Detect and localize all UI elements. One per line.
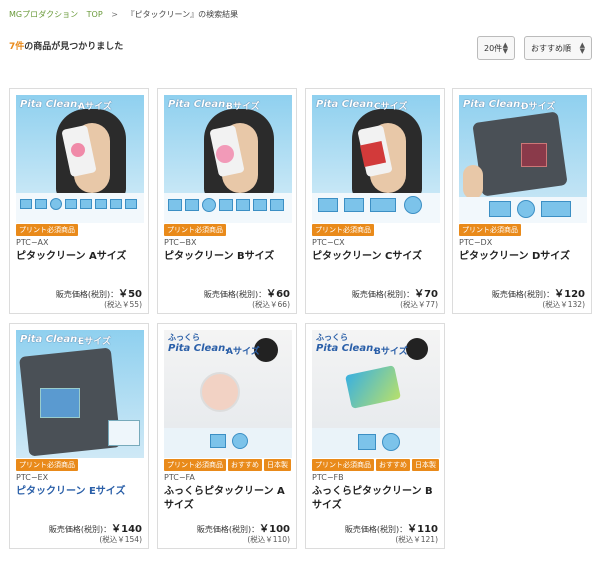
made-in-japan-badge: 日本製 bbox=[264, 459, 291, 471]
price-prefix: 販売価格(税別)： bbox=[55, 290, 119, 299]
sort-value: おすすめ順 bbox=[531, 43, 571, 53]
product-image[interactable]: ふっくら Pita Clean. Aサイズ bbox=[164, 330, 292, 458]
print-required-badge: プリント必須商品 bbox=[164, 459, 226, 471]
product-image[interactable]: Pita Clean. Eサイズ bbox=[16, 330, 144, 458]
product-tax-in: (税込￥55) bbox=[104, 300, 142, 309]
result-count-number: 7件 bbox=[9, 42, 25, 52]
product-name[interactable]: ピタックリーン Aサイズ bbox=[16, 250, 146, 264]
print-required-badge: プリント必須商品 bbox=[459, 224, 521, 236]
price-prefix: 販売価格(税別)： bbox=[196, 525, 260, 534]
thumb-prefix: ふっくら bbox=[316, 333, 348, 342]
product-image[interactable]: Pita Clean. Aサイズ bbox=[16, 95, 144, 223]
breadcrumb-top-link[interactable]: TOP bbox=[87, 10, 103, 19]
print-required-badge: プリント必須商品 bbox=[312, 224, 374, 236]
result-count-text: の商品が見つかりました bbox=[24, 42, 124, 52]
badge-group: プリント必須商品 bbox=[16, 459, 78, 471]
product-code: PTC−BX bbox=[164, 238, 197, 247]
thumb-brand: Pita Clean. bbox=[20, 334, 81, 345]
product-card[interactable]: Pita Clean. Bサイズ プリント必須商品 PTC−BX ピタックリーン… bbox=[157, 88, 297, 314]
print-required-badge: プリント必須商品 bbox=[16, 459, 78, 471]
print-required-badge: プリント必須商品 bbox=[164, 224, 226, 236]
badge-group: プリント必須商品 bbox=[164, 224, 226, 236]
thumb-size: Aサイズ bbox=[226, 347, 260, 357]
thumb-size: Eサイズ bbox=[78, 337, 111, 347]
badge-group: プリント必須商品 bbox=[16, 224, 78, 236]
thumb-brand: Pita Clean. bbox=[168, 99, 229, 110]
product-name[interactable]: ふっくらピタックリーン Aサイズ bbox=[164, 485, 294, 513]
thumb-size: Bサイズ bbox=[226, 102, 260, 112]
price-prefix: 販売価格(税別)： bbox=[48, 525, 112, 534]
price-prefix: 販売価格(税別)： bbox=[351, 290, 415, 299]
thumb-size: Dサイズ bbox=[521, 102, 556, 112]
product-price: 販売価格(税別)：￥100 bbox=[197, 520, 290, 535]
product-name[interactable]: ピタックリーン Eサイズ bbox=[16, 485, 146, 499]
recommended-badge: おすすめ bbox=[228, 459, 262, 471]
price-prefix: 販売価格(税別)： bbox=[491, 290, 555, 299]
product-card[interactable]: ふっくら Pita Clean. Bサイズ プリント必須商品 おすすめ 日本製 … bbox=[305, 323, 445, 549]
product-card[interactable]: Pita Clean. Dサイズ プリント必須商品 PTC−DX ピタックリーン… bbox=[452, 88, 592, 314]
badge-group: プリント必須商品 おすすめ 日本製 bbox=[164, 459, 291, 471]
product-price: 販売価格(税別)：￥120 bbox=[492, 285, 585, 300]
thumb-size: Bサイズ bbox=[374, 347, 408, 357]
product-price: 販売価格(税別)：￥60 bbox=[204, 285, 290, 300]
product-image[interactable]: Pita Clean. Bサイズ bbox=[164, 95, 292, 223]
product-name[interactable]: ふっくらピタックリーン Bサイズ bbox=[312, 485, 442, 513]
product-tax-in: (税込￥77) bbox=[400, 300, 438, 309]
product-name[interactable]: ピタックリーン Dサイズ bbox=[459, 250, 589, 264]
product-image[interactable]: Pita Clean. Dサイズ bbox=[459, 95, 587, 223]
thumb-brand: Pita Clean. bbox=[168, 343, 229, 354]
badge-group: プリント必須商品 bbox=[312, 224, 374, 236]
thumb-brand: Pita Clean. bbox=[20, 99, 81, 110]
price-prefix: 販売価格(税別)： bbox=[344, 525, 408, 534]
select-arrows-icon: ▲ ▼ bbox=[579, 41, 585, 55]
thumb-brand: Pita Clean. bbox=[463, 99, 524, 110]
per-page-select[interactable]: 20件 ▲ ▼ bbox=[477, 36, 515, 60]
product-tax-in: (税込￥110) bbox=[247, 535, 290, 544]
product-code: PTC−AX bbox=[16, 238, 49, 247]
thumb-size: Aサイズ bbox=[78, 102, 112, 112]
product-price: 販売価格(税別)：￥70 bbox=[352, 285, 438, 300]
thumb-brand: Pita Clean. bbox=[316, 99, 377, 110]
product-image[interactable]: ふっくら Pita Clean. Bサイズ bbox=[312, 330, 440, 458]
product-tax-in: (税込￥132) bbox=[542, 300, 585, 309]
product-card[interactable]: Pita Clean. Eサイズ プリント必須商品 PTC−EX ピタックリーン… bbox=[9, 323, 149, 549]
product-code: PTC−FB bbox=[312, 473, 344, 482]
breadcrumb-current: 『ピタックリーン』の検索結果 bbox=[126, 10, 239, 19]
product-code: PTC−FA bbox=[164, 473, 195, 482]
product-tax-in: (税込￥154) bbox=[99, 535, 142, 544]
product-code: PTC−DX bbox=[459, 238, 493, 247]
badge-group: プリント必須商品 bbox=[459, 224, 521, 236]
print-required-badge: プリント必須商品 bbox=[16, 224, 78, 236]
per-page-value: 20件 bbox=[484, 43, 503, 53]
print-required-badge: プリント必須商品 bbox=[312, 459, 374, 471]
product-image[interactable]: Pita Clean. Cサイズ bbox=[312, 95, 440, 223]
thumb-prefix: ふっくら bbox=[168, 333, 200, 342]
thumb-size: Cサイズ bbox=[374, 102, 408, 112]
product-price: 販売価格(税別)：￥50 bbox=[56, 285, 142, 300]
breadcrumb-separator: > bbox=[111, 10, 118, 19]
product-card[interactable]: ふっくら Pita Clean. Aサイズ プリント必須商品 おすすめ 日本製 … bbox=[157, 323, 297, 549]
badge-group: プリント必須商品 おすすめ 日本製 bbox=[312, 459, 439, 471]
thumb-brand: Pita Clean. bbox=[316, 343, 377, 354]
breadcrumb: MGプロダクション TOP > 『ピタックリーン』の検索結果 bbox=[9, 9, 238, 20]
product-price: 販売価格(税別)：￥110 bbox=[345, 520, 438, 535]
product-card[interactable]: Pita Clean. Aサイズ プリント必須商品 PTC−AX ピタックリーン… bbox=[9, 88, 149, 314]
result-count: 7件の商品が見つかりました bbox=[9, 39, 123, 52]
product-card[interactable]: Pita Clean. Cサイズ プリント必須商品 PTC−CX ピタックリーン… bbox=[305, 88, 445, 314]
product-code: PTC−EX bbox=[16, 473, 49, 482]
made-in-japan-badge: 日本製 bbox=[412, 459, 439, 471]
recommended-badge: おすすめ bbox=[376, 459, 410, 471]
price-prefix: 販売価格(税別)： bbox=[203, 290, 267, 299]
product-price: 販売価格(税別)：￥140 bbox=[49, 520, 142, 535]
product-code: PTC−CX bbox=[312, 238, 345, 247]
product-tax-in: (税込￥66) bbox=[252, 300, 290, 309]
breadcrumb-home-link[interactable]: MGプロダクション bbox=[9, 10, 78, 19]
product-name[interactable]: ピタックリーン Bサイズ bbox=[164, 250, 294, 264]
product-tax-in: (税込￥121) bbox=[395, 535, 438, 544]
sort-select[interactable]: おすすめ順 ▲ ▼ bbox=[524, 36, 592, 60]
select-arrows-icon: ▲ ▼ bbox=[502, 41, 508, 55]
product-name[interactable]: ピタックリーン Cサイズ bbox=[312, 250, 442, 264]
